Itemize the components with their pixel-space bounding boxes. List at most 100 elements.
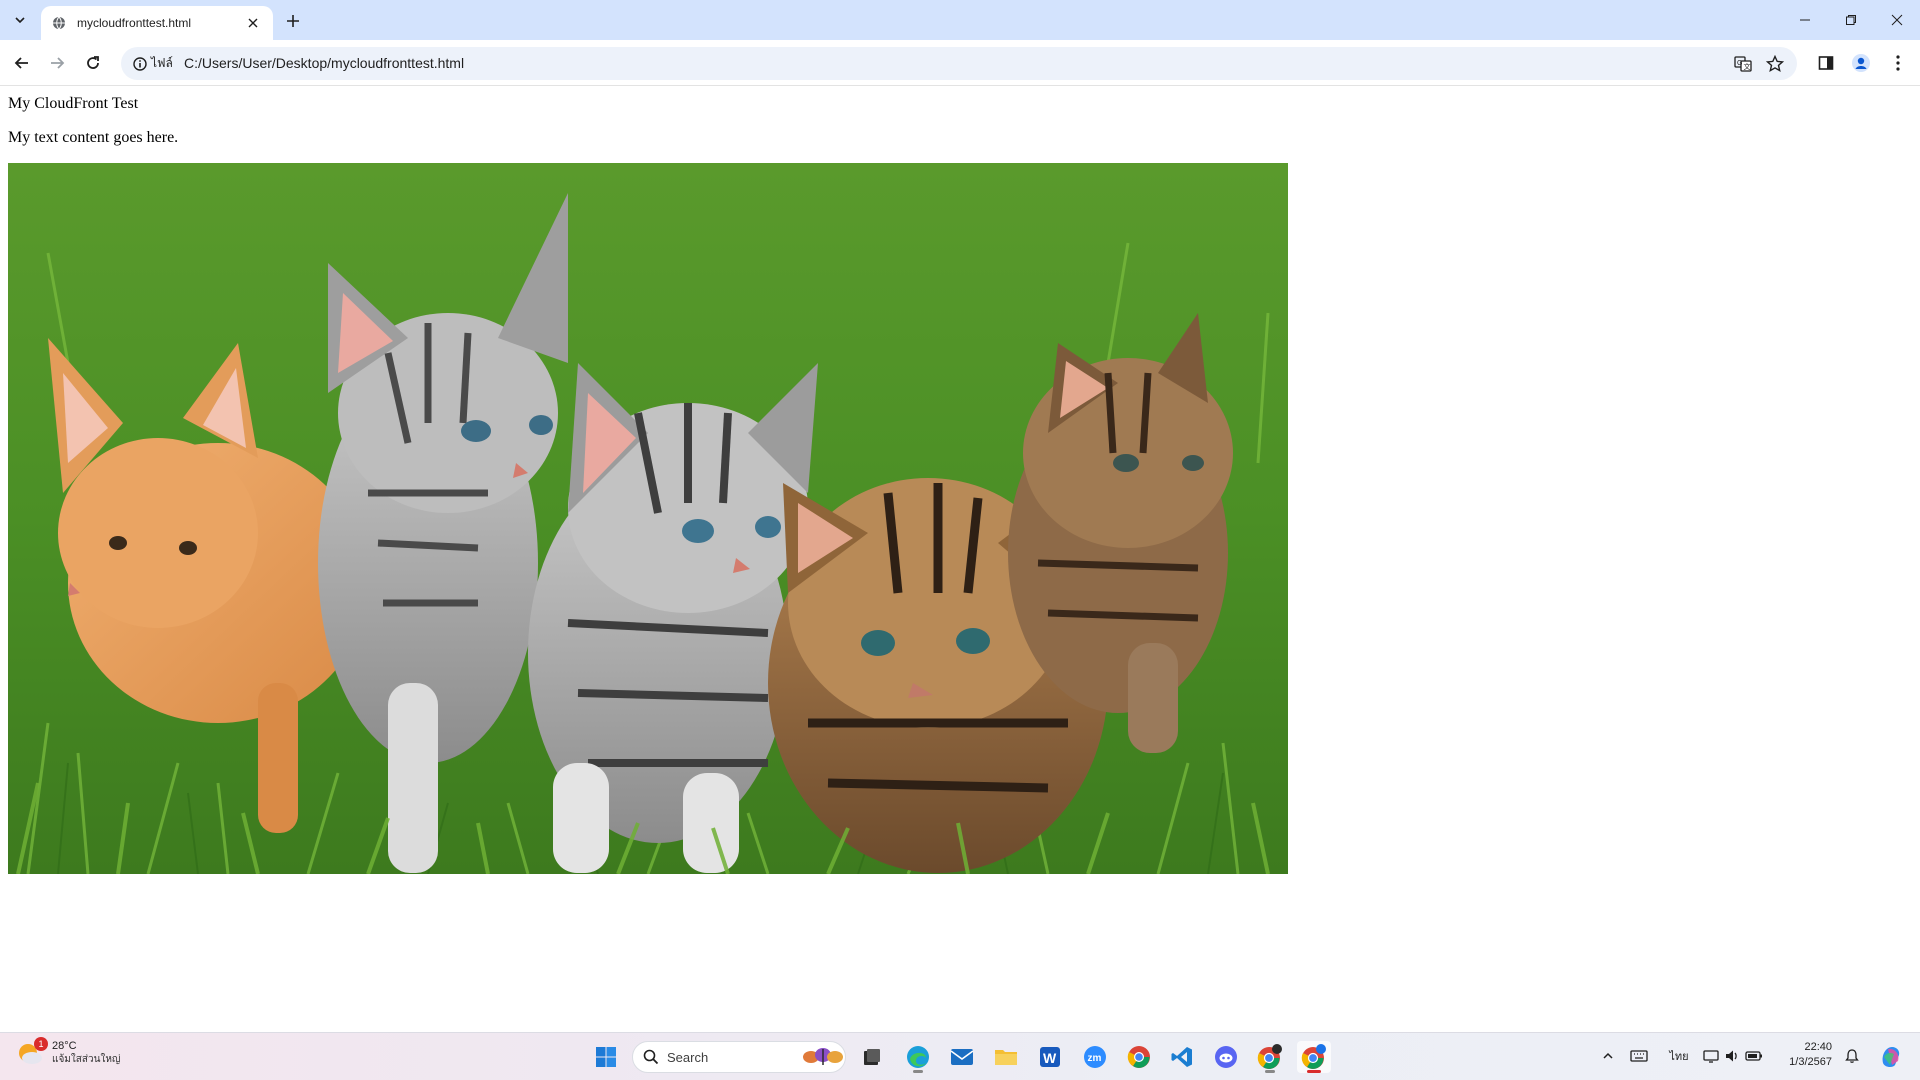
taskbar-mail[interactable] — [945, 1041, 979, 1073]
forward-button[interactable] — [42, 48, 72, 78]
chevron-down-icon — [15, 17, 25, 24]
url-text[interactable]: C:/Users/User/Desktop/mycloudfronttest.h… — [184, 47, 464, 80]
keyboard-icon — [1630, 1050, 1648, 1062]
restore-button[interactable] — [1828, 0, 1874, 40]
keyboard-button[interactable] — [1628, 1045, 1650, 1067]
mail-icon — [950, 1049, 974, 1065]
bookmark-button[interactable] — [1762, 51, 1788, 77]
weather-icon: 1 — [16, 1037, 48, 1067]
close-icon — [1891, 14, 1903, 26]
side-panel-button[interactable] — [1811, 48, 1841, 78]
tab-title: mycloudfronttest.html — [77, 16, 192, 30]
translate-button[interactable]: G文 — [1730, 51, 1756, 77]
close-icon — [248, 18, 258, 28]
system-status-button[interactable] — [1703, 1045, 1763, 1067]
arrow-right-icon — [51, 57, 65, 69]
volume-icon — [1726, 1050, 1737, 1062]
tab-search-button[interactable] — [6, 7, 34, 33]
site-info-button[interactable]: ไฟล์ — [127, 52, 179, 75]
site-info-label: ไฟล์ — [151, 56, 173, 70]
side-panel-icon — [1818, 56, 1834, 70]
star-icon — [1766, 55, 1784, 73]
svg-text:zm: zm — [1088, 1053, 1102, 1064]
network-icon — [1703, 1050, 1719, 1063]
zoom-icon: zm — [1084, 1046, 1106, 1068]
taskbar-discord[interactable] — [1209, 1041, 1243, 1073]
notifications-button[interactable] — [1841, 1045, 1863, 1067]
browser-toolbar: ไฟล์ C:/Users/User/Desktop/mycloudfrontt… — [0, 40, 1920, 86]
copilot-icon — [1882, 1047, 1900, 1068]
minimize-button[interactable] — [1782, 0, 1828, 40]
discord-icon — [1215, 1046, 1237, 1068]
tab-close-button[interactable] — [243, 13, 263, 33]
svg-text:G: G — [1737, 60, 1742, 67]
taskbar-edge[interactable] — [901, 1041, 935, 1073]
chevron-up-icon — [1603, 1052, 1613, 1059]
svg-text:文: 文 — [1744, 62, 1751, 71]
translate-icon: G文 — [1734, 56, 1752, 72]
task-view-button[interactable] — [855, 1041, 889, 1073]
start-button[interactable] — [589, 1041, 623, 1073]
taskbar-chrome[interactable] — [1122, 1041, 1156, 1073]
page-title: My CloudFront Test — [8, 95, 139, 112]
running-indicator — [913, 1070, 923, 1073]
search-placeholder: Search — [667, 1049, 709, 1065]
battery-icon — [1745, 1051, 1762, 1061]
menu-button[interactable] — [1883, 48, 1913, 78]
kebab-menu-icon — [1896, 55, 1900, 71]
weather-widget[interactable]: 1 28°C แจ้มใสส่วนใหญ่ — [16, 1037, 120, 1067]
butterfly-highlight-icon — [803, 1048, 843, 1065]
task-view-icon — [864, 1049, 880, 1065]
chrome-active-icon — [1301, 1044, 1326, 1069]
tab-strip: mycloudfronttest.html — [0, 0, 1920, 40]
running-indicator — [1265, 1070, 1275, 1073]
kittens-illustration — [8, 163, 1288, 874]
restore-icon — [1846, 15, 1856, 25]
show-hidden-icons-button[interactable] — [1597, 1045, 1619, 1067]
language-label: ไทย — [1669, 1051, 1689, 1063]
chrome-profile-icon — [1257, 1044, 1282, 1069]
taskbar-search[interactable]: Search — [632, 1041, 846, 1073]
windows-taskbar: 1 28°C แจ้มใสส่วนใหญ่ Search W zm ไทย 22… — [0, 1032, 1920, 1080]
taskbar-file-explorer[interactable] — [989, 1041, 1023, 1073]
reload-icon — [87, 56, 99, 69]
clock[interactable]: 22:40 1/3/2567 — [1780, 1040, 1832, 1070]
close-window-button[interactable] — [1874, 0, 1920, 40]
plus-icon — [287, 15, 299, 27]
globe-icon — [51, 15, 67, 31]
search-icon — [643, 1049, 659, 1065]
taskbar-chrome-profile[interactable] — [1253, 1041, 1287, 1073]
vscode-icon — [1171, 1047, 1192, 1067]
avatar-icon — [1852, 54, 1870, 72]
word-icon: W — [1040, 1047, 1060, 1067]
new-tab-button[interactable] — [281, 9, 305, 33]
taskbar-vscode[interactable] — [1165, 1041, 1199, 1073]
windows-start-icon — [596, 1047, 616, 1067]
profile-button[interactable] — [1846, 48, 1876, 78]
page-content: My CloudFront Test My text content goes … — [0, 87, 1920, 1032]
taskbar-word[interactable]: W — [1033, 1041, 1067, 1073]
minimize-icon — [1800, 19, 1810, 21]
svg-text:W: W — [1043, 1050, 1057, 1066]
arrow-left-icon — [14, 57, 28, 69]
folder-icon — [995, 1050, 1017, 1065]
reload-button[interactable] — [78, 48, 108, 78]
back-button[interactable] — [7, 48, 37, 78]
copilot-button[interactable] — [1876, 1042, 1906, 1070]
edge-icon — [907, 1046, 929, 1068]
weather-badge: 1 — [34, 1037, 48, 1051]
weather-temp: 28°C — [52, 1040, 77, 1052]
taskbar-zoom[interactable]: zm — [1078, 1041, 1112, 1073]
kittens-image — [8, 163, 1288, 874]
notification-bell-icon — [1845, 1049, 1859, 1063]
page-text: My text content goes here. — [8, 129, 179, 146]
taskbar-chrome-active[interactable] — [1297, 1041, 1331, 1073]
clock-date: 1/3/2567 — [1789, 1056, 1832, 1068]
info-icon — [133, 56, 147, 71]
clock-time: 22:40 — [1804, 1041, 1832, 1053]
chrome-icon — [1127, 1046, 1150, 1068]
active-indicator — [1307, 1070, 1321, 1073]
tab-active[interactable]: mycloudfronttest.html — [41, 6, 273, 40]
address-bar[interactable]: ไฟล์ C:/Users/User/Desktop/mycloudfrontt… — [121, 47, 1797, 80]
language-button[interactable]: ไทย — [1664, 1045, 1694, 1067]
